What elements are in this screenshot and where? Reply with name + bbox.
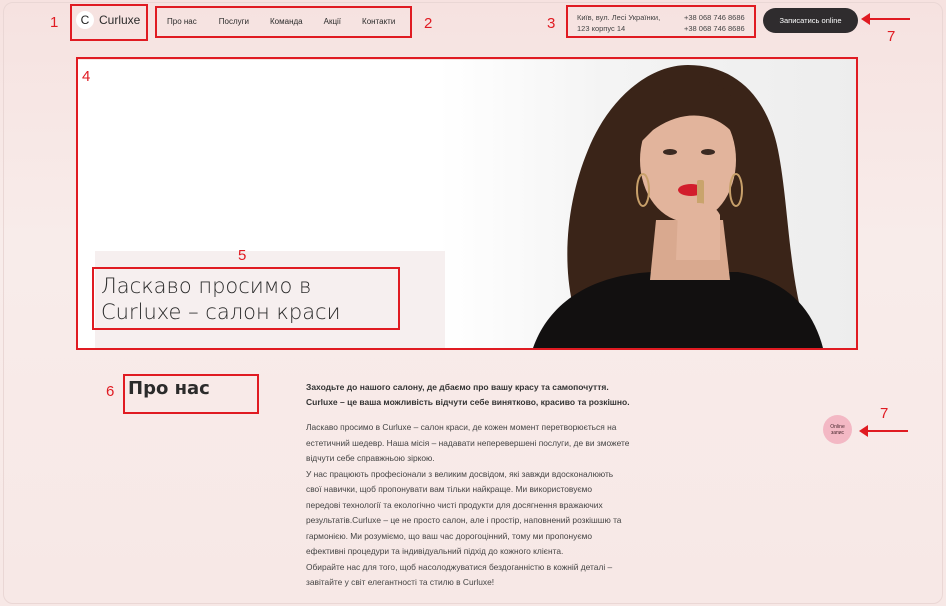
annotation-number: 5: [238, 247, 247, 264]
annotation-number: 4: [82, 68, 91, 85]
about-body-line: У нас працюють професіонали з великим до…: [306, 468, 614, 479]
about-body-line: передові технології та екологічно чисті …: [306, 499, 603, 510]
online-button-line: запис: [830, 429, 845, 436]
about-body-line: завітайте у світ елегантності та стилю в…: [306, 577, 495, 587]
annotation-number: 7: [887, 28, 896, 45]
about-body-line: результатів.Curluxe – це не просто салон…: [306, 515, 622, 525]
annotation-number: 3: [547, 15, 556, 32]
about-lead-line: Curluxe – це ваша можливість відчути себ…: [306, 397, 630, 407]
about-body-line: відчути себе справжньою зіркою.: [306, 453, 435, 463]
annotation-box-logo: [70, 4, 148, 41]
about-body-line: Ласкаво просимо в Curluxe – салон краси,…: [306, 422, 617, 432]
about-body: Ласкаво просимо в Curluxe – салон краси,…: [306, 420, 684, 591]
about-body-line: Обирайте нас для того, щоб насолоджувати…: [306, 561, 613, 572]
online-booking-floating-button[interactable]: Online запис: [823, 415, 852, 444]
annotation-number: 1: [50, 14, 59, 31]
about-body-line: гармонією. Ми розуміємо, що ваш час доро…: [306, 530, 593, 541]
annotation-box-contacts: [566, 5, 756, 38]
about-lead: Заходьте до нашого салону, де дбаємо про…: [306, 380, 706, 410]
annotation-arrow: [859, 425, 908, 437]
about-body-line: ефективні процедури та індивідуальний пі…: [306, 546, 564, 556]
about-body-line: естетичний шедевр. Наша місія – надавати…: [306, 437, 630, 448]
book-online-button[interactable]: Записатись online: [763, 8, 858, 33]
annotation-number: 7: [880, 405, 889, 422]
annotation-arrow: [861, 13, 910, 25]
about-body-line: свої навички, щоб пропонувати вам тільки…: [306, 484, 593, 494]
annotation-box-nav: [155, 6, 412, 38]
online-button-line: Online: [830, 423, 845, 430]
annotation-number: 6: [106, 383, 115, 400]
annotation-box-hero-title: [92, 267, 400, 330]
annotation-number: 2: [424, 15, 433, 32]
about-lead-line: Заходьте до нашого салону, де дбаємо про…: [306, 382, 609, 392]
annotation-box-about-title: [123, 374, 259, 414]
